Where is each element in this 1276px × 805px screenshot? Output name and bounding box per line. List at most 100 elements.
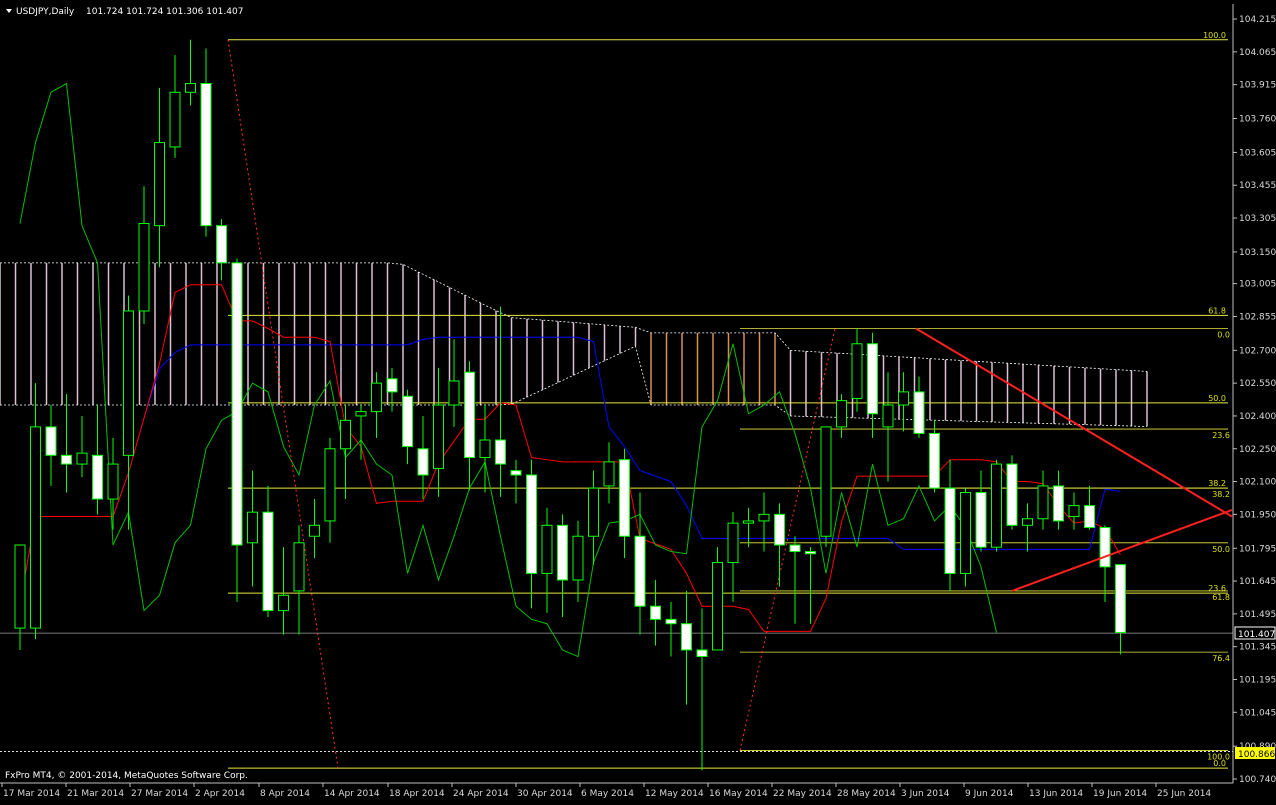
fib-label-100.0: 100.0	[1203, 31, 1226, 40]
candle-body	[712, 561, 723, 651]
y-tick-label: 103.915	[1239, 81, 1276, 91]
y-tick-label: 102.100	[1239, 478, 1276, 488]
candle-body	[448, 380, 460, 406]
candle-body	[154, 142, 165, 227]
candle-body	[402, 395, 413, 448]
candle-body	[92, 454, 103, 500]
x-tick-label: 27 Mar 2014	[131, 789, 188, 799]
candlestick-chart[interactable]: 100.061.850.038.223.60.00.023.638.250.06…	[0, 0, 1276, 801]
y-tick-label: 101.795	[1239, 544, 1276, 554]
ohlc-readout: 101.724 101.724 101.306 101.407	[86, 7, 243, 17]
candle-body	[324, 448, 336, 522]
y-tick-label: 103.150	[1239, 248, 1276, 258]
candle-body	[495, 439, 506, 465]
candle-body	[216, 225, 227, 264]
candle-body	[107, 463, 119, 500]
fib2-label-38.2: 38.2	[1212, 490, 1230, 499]
candle-body	[371, 382, 382, 413]
x-tick-label: 21 Mar 2014	[67, 789, 124, 799]
y-tick-label: 102.400	[1239, 412, 1276, 422]
candle-body	[231, 262, 243, 546]
fib-label-61.8: 61.8	[1208, 306, 1226, 315]
candle-body	[820, 426, 832, 537]
candle-body	[433, 404, 444, 469]
symbol-title: USDJPY,Daily	[16, 7, 75, 17]
y-tick-label: 102.250	[1239, 445, 1276, 455]
candle-body	[1115, 564, 1126, 633]
x-tick-label: 19 Jun 2014	[1093, 789, 1147, 799]
candle-body	[1068, 505, 1080, 518]
x-tick-label: 8 Apr 2014	[260, 789, 310, 799]
fib2-label-50.0: 50.0	[1212, 545, 1230, 554]
candle-body	[929, 432, 940, 489]
candle-body	[1022, 518, 1033, 526]
candle-body	[665, 618, 677, 625]
fib-label-50.0: 50.0	[1208, 394, 1226, 403]
y-tick-label: 101.195	[1239, 675, 1276, 685]
candle-body	[681, 623, 692, 651]
candle-body	[650, 605, 661, 620]
x-tick-label: 14 Apr 2014	[324, 789, 380, 799]
x-tick-label: 3 Jun 2014	[901, 789, 950, 799]
fib2-label-23.6: 23.6	[1212, 431, 1230, 440]
y-tick-label: 104.215	[1239, 15, 1276, 25]
candle-body	[572, 535, 584, 581]
candle-body	[123, 310, 134, 456]
x-tick-label: 22 May 2014	[773, 789, 832, 799]
candle-body	[247, 511, 258, 544]
candle-body	[1084, 505, 1095, 528]
y-tick-label: 101.045	[1239, 708, 1276, 718]
candle-body	[836, 400, 847, 428]
candle-body	[913, 391, 925, 434]
candle-body	[169, 91, 181, 148]
y-tick-label: 101.345	[1239, 643, 1276, 653]
candle-body	[30, 426, 41, 629]
x-tick-label: 24 Apr 2014	[453, 789, 509, 799]
y-tick-label: 103.455	[1239, 181, 1276, 191]
y-tick-label: 102.550	[1239, 379, 1276, 389]
x-tick-label: 6 May 2014	[581, 789, 634, 799]
candle-body	[510, 470, 522, 476]
fib2-label-100.0: 100.0	[1207, 753, 1230, 762]
candle-body	[619, 459, 630, 537]
current-price-label: 101.407	[1238, 630, 1275, 640]
y-tick-label: 102.855	[1239, 312, 1276, 322]
candle-body	[789, 544, 801, 553]
candle-body	[1006, 463, 1018, 526]
x-tick-label: 16 May 2014	[709, 789, 768, 799]
candle-body	[696, 649, 708, 658]
fib-label-38.2: 38.2	[1208, 479, 1226, 488]
candle-body	[262, 511, 274, 612]
candle-body	[464, 371, 475, 459]
y-tick-label: 103.605	[1239, 148, 1276, 158]
candle-body	[991, 463, 1002, 548]
x-tick-label: 12 May 2014	[645, 789, 704, 799]
fib2-label-76.4: 76.4	[1212, 654, 1230, 663]
candle-body	[1053, 485, 1064, 522]
candle-body	[309, 524, 320, 537]
candle-body	[634, 535, 646, 607]
candle-body	[1037, 485, 1049, 520]
candle-body	[355, 411, 367, 417]
candle-body	[185, 83, 196, 93]
chart-area[interactable]: 100.0 61.8 50.0 38.2 23.6 0.0 0.0 23.6 38.2 50.0 6…	[0, 0, 1276, 801]
candle-body	[774, 513, 785, 546]
candle-body	[727, 522, 739, 563]
candle-body	[1099, 526, 1111, 568]
copyright-footer: FxPro MT4, © 2001-2014, MetaQuotes Softw…	[5, 771, 248, 781]
candle-body	[45, 426, 57, 456]
y-tick-label: 101.645	[1239, 577, 1276, 587]
x-tick-label: 30 Apr 2014	[517, 789, 573, 799]
candle-body	[898, 391, 909, 406]
y-tick-label: 103.760	[1239, 115, 1276, 125]
candle-body	[960, 491, 971, 574]
x-tick-label: 18 Apr 2014	[389, 789, 445, 799]
candle-body	[867, 343, 878, 415]
y-tick-label: 104.065	[1239, 48, 1276, 58]
x-tick-label: 28 May 2014	[837, 789, 896, 799]
x-tick-label: 9 Jun 2014	[965, 789, 1014, 799]
candle-body	[805, 551, 816, 555]
candle-body	[76, 452, 88, 465]
y-tick-label: 103.005	[1239, 280, 1276, 290]
candle-body	[882, 404, 894, 428]
